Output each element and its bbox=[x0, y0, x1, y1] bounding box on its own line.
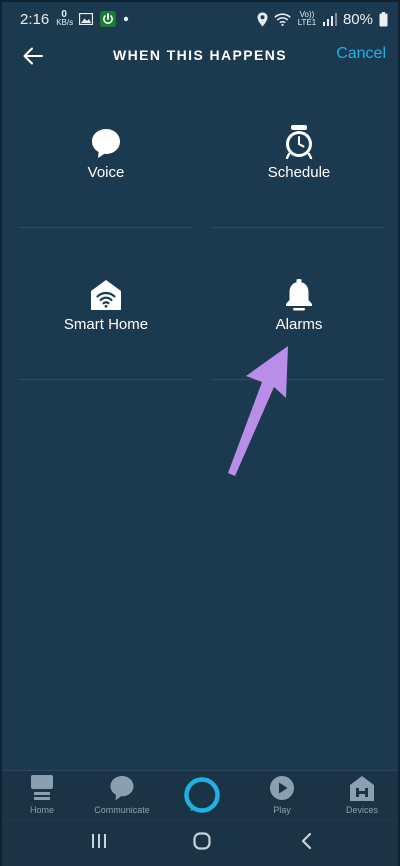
pointer-arrow-icon bbox=[222, 340, 302, 485]
header: WHEN THIS HAPPENS Cancel bbox=[2, 36, 398, 76]
recent-apps-button[interactable] bbox=[90, 832, 108, 855]
status-time: 2:16 bbox=[20, 10, 50, 28]
signal-icon bbox=[322, 12, 337, 26]
location-icon bbox=[257, 12, 268, 27]
divider bbox=[18, 379, 192, 380]
devices-icon bbox=[350, 776, 374, 801]
alexa-icon bbox=[184, 777, 220, 813]
play-icon bbox=[270, 776, 294, 800]
trigger-smart-home-label: Smart Home bbox=[63, 316, 149, 333]
nav-devices-label: Devices bbox=[345, 805, 378, 815]
trigger-voice-label: Voice bbox=[87, 164, 125, 181]
back-system-button[interactable] bbox=[300, 832, 314, 855]
recent-apps-icon bbox=[92, 834, 106, 848]
bottom-nav: Home Communicate Play Devices bbox=[2, 770, 398, 820]
nav-play[interactable]: Play bbox=[242, 775, 322, 821]
nav-home[interactable]: Home bbox=[2, 775, 82, 821]
power-app-icon bbox=[100, 11, 117, 27]
nav-play-label: Play bbox=[273, 805, 291, 815]
nav-home-label: Home bbox=[29, 805, 54, 815]
battery-percent: 80% bbox=[342, 10, 373, 28]
home-system-button[interactable] bbox=[193, 832, 211, 855]
trigger-schedule-label: Schedule bbox=[267, 164, 331, 181]
data-speed-indicator: 0 KB/s bbox=[56, 10, 74, 27]
chevron-left-icon bbox=[301, 832, 312, 850]
system-nav-bar bbox=[2, 821, 398, 866]
nav-devices[interactable]: Devices bbox=[322, 775, 400, 821]
trigger-schedule[interactable]: Schedule bbox=[211, 76, 387, 226]
nav-communicate-label: Communicate bbox=[94, 805, 150, 815]
smart-home-icon bbox=[90, 275, 122, 311]
trigger-smart-home[interactable]: Smart Home bbox=[18, 228, 194, 378]
data-speed-unit: KB/s bbox=[56, 18, 74, 27]
nav-communicate[interactable]: Communicate bbox=[82, 775, 162, 821]
status-bar: 2:16 0 KB/s Vo)) LTE1 80% bbox=[2, 2, 398, 36]
wifi-icon bbox=[274, 12, 291, 26]
home-icon bbox=[31, 775, 53, 800]
alarm-clock-icon bbox=[283, 123, 315, 159]
alexa-button[interactable] bbox=[183, 776, 221, 814]
carrier-bottom: LTE1 bbox=[297, 18, 317, 27]
battery-icon bbox=[379, 11, 388, 27]
speech-bubble-icon bbox=[90, 123, 122, 159]
trigger-alarms-label: Alarms bbox=[275, 316, 323, 333]
app-screen: 2:16 0 KB/s Vo)) LTE1 80% WHEN THIS HAPP… bbox=[0, 0, 400, 866]
home-circle-icon bbox=[193, 832, 211, 850]
bell-icon bbox=[284, 275, 314, 311]
notification-dot-icon bbox=[123, 16, 129, 22]
chat-bubble-icon bbox=[110, 776, 134, 801]
gallery-icon bbox=[79, 13, 94, 25]
carrier-indicator: Vo)) LTE1 bbox=[297, 11, 317, 27]
trigger-voice[interactable]: Voice bbox=[18, 76, 194, 226]
cancel-button[interactable]: Cancel bbox=[336, 45, 386, 63]
